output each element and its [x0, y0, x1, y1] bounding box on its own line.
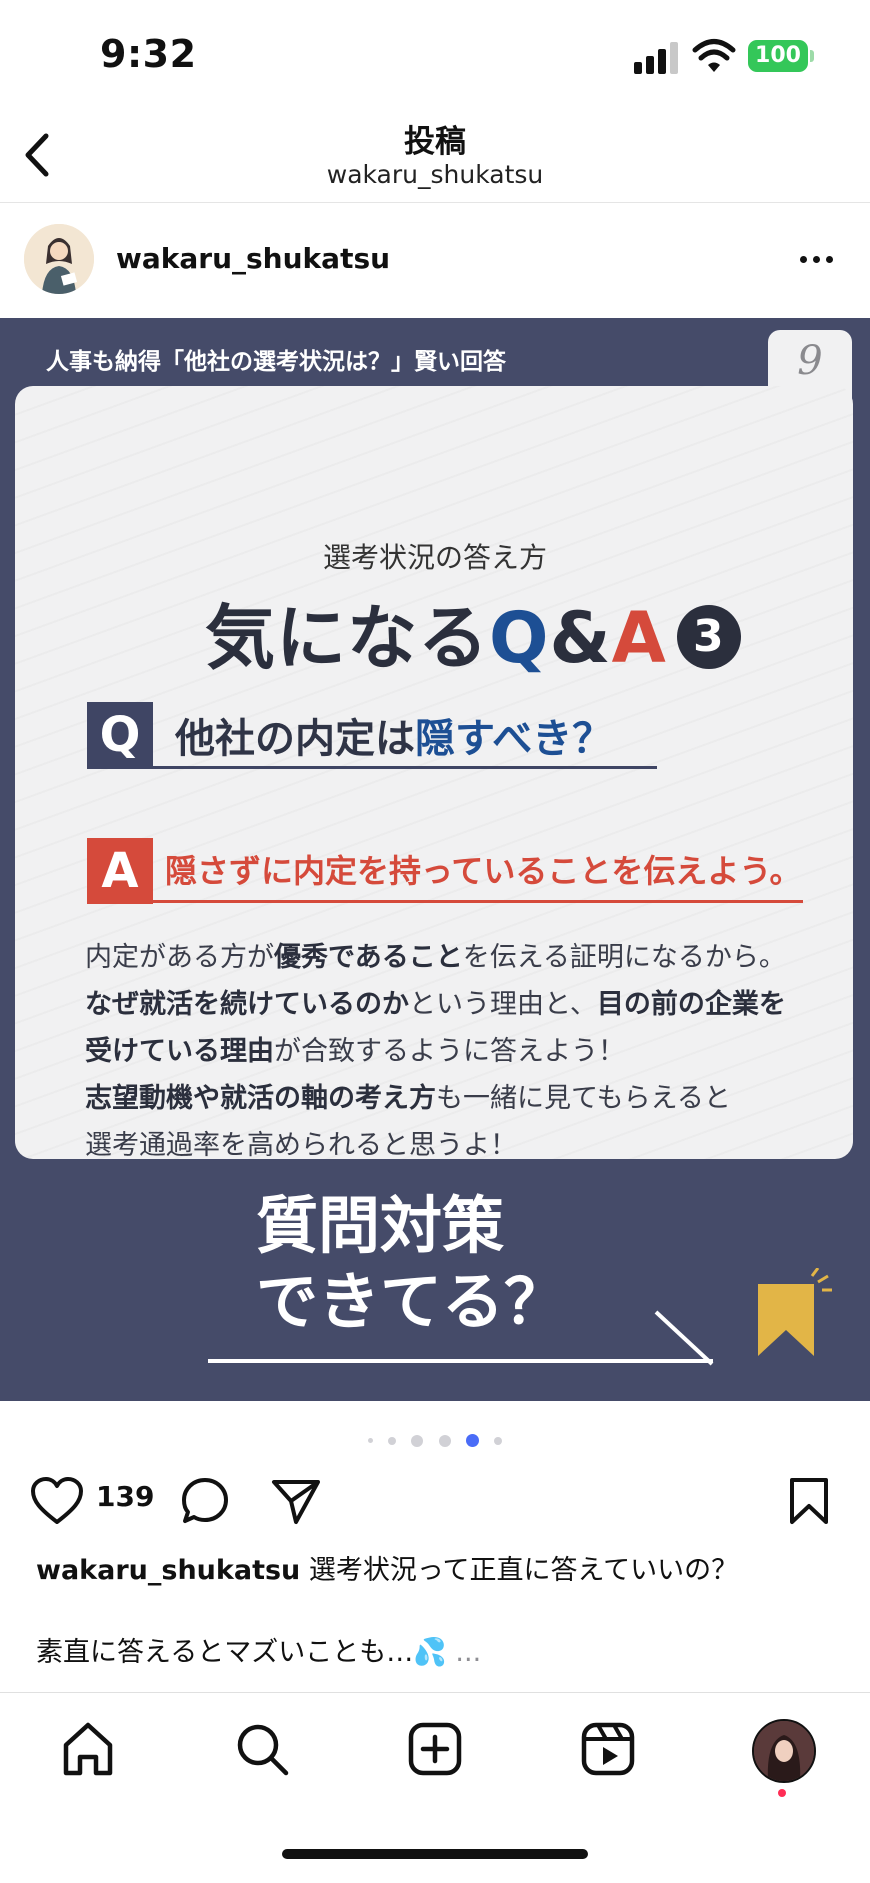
page-subtitle[interactable]: wakaru_shukatsu	[0, 160, 870, 189]
heart-icon[interactable]	[30, 1476, 84, 1526]
body-emphasis: 優秀であること	[274, 942, 463, 973]
more-horizontal-icon[interactable]	[800, 256, 840, 268]
home-icon[interactable]	[58, 1719, 118, 1779]
carousel-dot	[438, 1434, 451, 1447]
question-text: 他社の内定は隠すべき？	[175, 706, 612, 764]
post-caption-line-2: 素直に答えるとマズいことも…💦 ...	[36, 1630, 836, 1669]
title-main: 気になる	[205, 597, 489, 679]
carousel-dot	[411, 1434, 424, 1447]
question-underline	[87, 766, 657, 769]
cta-arrow-stroke	[654, 1310, 714, 1366]
caption-text: 選考状況って正直に答えていいの？	[300, 1555, 739, 1586]
cta-line-2: できてる？	[256, 1265, 567, 1338]
battery-tip	[810, 50, 814, 62]
bookmark-icon[interactable]	[788, 1476, 830, 1526]
body-line-5: 選考通過率を高められると思うよ！	[85, 1130, 517, 1161]
post-image[interactable]: 人事も納得「他社の選考状況は？」賢い回答 9 選考状況の答え方 気になるQ&A 3…	[0, 318, 870, 1401]
body-text: を伝える証明になるから。	[462, 942, 786, 973]
post-author-row: wakaru_shukatsu	[0, 212, 870, 308]
carousel-dot	[388, 1436, 397, 1445]
body-line-4: 志望動機や就活の軸の考え方も一緒に見てもらえると	[85, 1075, 825, 1122]
notification-dot	[778, 1789, 786, 1797]
title-number-badge: 3	[676, 604, 741, 669]
post-actions: 139	[0, 1466, 870, 1536]
carousel-dot	[493, 1436, 502, 1445]
profile-photo	[754, 1721, 814, 1781]
body-line-2: なぜ就活を続けているのかという理由と、目の前の企業を	[85, 981, 825, 1028]
body-line-1: 内定がある方が優秀であることを伝える証明になるから。	[85, 934, 825, 981]
question-highlight: 隠すべき？	[415, 716, 613, 762]
comment-icon[interactable]	[180, 1476, 230, 1526]
body-emphasis: 目の前の企業を	[596, 989, 786, 1020]
create-post-icon[interactable]	[405, 1719, 465, 1779]
body-text: 内定がある方が	[85, 942, 274, 973]
cta-line-1: 質問対策	[256, 1189, 505, 1262]
cta-underline	[208, 1359, 713, 1363]
question-main: 他社の内定は	[175, 716, 415, 762]
caption-username[interactable]: wakaru_shukatsu	[36, 1555, 300, 1586]
body-emphasis: 受けている理由	[85, 1036, 274, 1067]
title-q: Q	[489, 597, 550, 679]
profile-avatar[interactable]	[752, 1719, 816, 1783]
home-indicator	[282, 1849, 588, 1859]
author-username[interactable]: wakaru_shukatsu	[116, 242, 390, 275]
answer-text: 隠さずに内定を持っていることを伝えよう。	[165, 852, 802, 890]
send-icon[interactable]	[270, 1476, 322, 1526]
bookmark-deco-icon	[758, 1268, 832, 1356]
body-emphasis: 志望動機や就活の軸の考え方	[85, 1083, 436, 1114]
wifi-icon	[692, 39, 736, 72]
author-avatar[interactable]	[24, 224, 94, 294]
title-amp: &	[549, 597, 612, 679]
search-icon[interactable]	[232, 1719, 292, 1779]
body-text: も一緒に見てもらえると	[436, 1083, 731, 1114]
body-emphasis: なぜ就活を続けているのか	[85, 989, 409, 1020]
bottom-nav	[0, 1692, 870, 1883]
answer-underline	[87, 900, 803, 903]
post-header: 投稿 wakaru_shukatsu	[0, 110, 870, 203]
page-number: 9	[797, 338, 823, 384]
body-line-3: 受けている理由が合致するように答えよう！	[85, 1028, 825, 1075]
post-caption: wakaru_shukatsu 選考状況って正直に答えていいの？	[36, 1548, 836, 1587]
caption-more-link[interactable]: ...	[447, 1637, 481, 1668]
answer-badge: A	[87, 838, 153, 904]
carousel-dots	[0, 1430, 870, 1447]
post-banner: 人事も納得「他社の選考状況は？」賢い回答	[46, 349, 506, 375]
cellular-signal-icon	[634, 42, 680, 74]
status-time: 9:32	[100, 32, 197, 76]
carousel-dot-active	[465, 1434, 479, 1447]
body-text: という理由と、	[409, 989, 597, 1020]
battery-indicator: 100	[748, 40, 808, 72]
answer-body: 内定がある方が優秀であることを伝える証明になるから。 なぜ就活を続けているのかと…	[85, 934, 825, 1169]
body-text: が合致するように答えよう！	[274, 1036, 625, 1067]
qa-card: 選考状況の答え方 気になるQ&A 3 Q 他社の内定は隠すべき？ A 隠さずに内定…	[15, 386, 853, 1161]
status-bar: 9:32 100	[0, 0, 870, 110]
carousel-dot	[368, 1438, 374, 1443]
card-title: 気になるQ&A 3	[205, 582, 741, 683]
page-title: 投稿	[404, 124, 466, 160]
avatar-illustration	[24, 224, 94, 294]
cta-text: 質問対策 できてる？	[256, 1188, 566, 1340]
question-badge: Q	[87, 702, 153, 768]
caption-line-2-text: 素直に答えるとマズいことも…	[36, 1637, 414, 1668]
like-count[interactable]: 139	[96, 1480, 154, 1513]
sweat-drops-emoji: 💦	[413, 1637, 447, 1668]
reels-icon[interactable]	[578, 1719, 638, 1779]
card-subtitle: 選考状況の答え方	[322, 541, 547, 574]
title-a: A	[611, 597, 667, 679]
